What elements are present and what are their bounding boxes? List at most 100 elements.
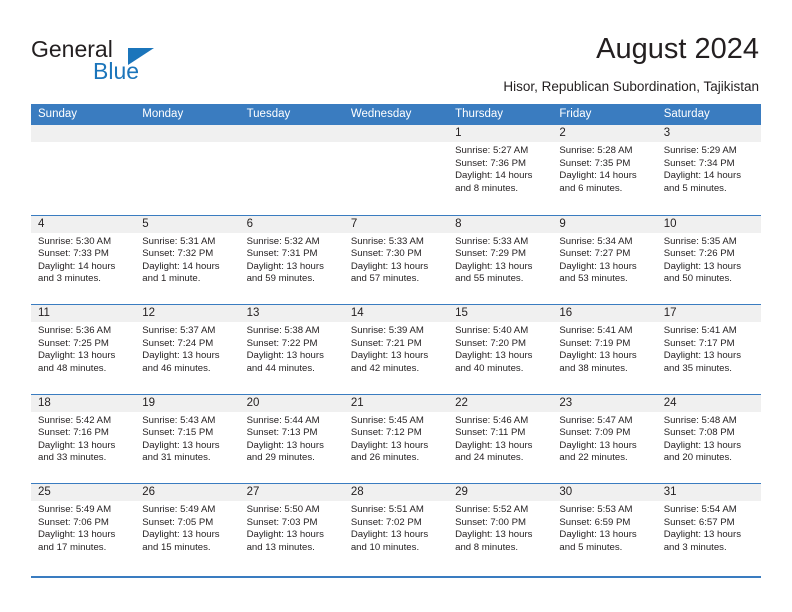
daylight-duration-line1: Daylight: 13 hours — [559, 529, 637, 541]
sunrise-time: Sunrise: 5:38 AM — [246, 325, 320, 336]
day-sun-info: Sunrise: 5:37 AM Sunset: 7:24 PM Daylight:… — [135, 322, 239, 375]
sunrise-time: Sunrise: 5:31 AM — [142, 235, 216, 247]
day-number: 2 — [552, 125, 657, 142]
day-sun-info: Sunrise: 5:36 AM Sunset: 7:25 PM Daylight:… — [31, 322, 135, 375]
daylight-duration-line1: Daylight: 13 hours — [38, 529, 116, 541]
calendar-day-cell[interactable]: 14 Sunrise: 5:39 AM Sunset: 7:21 PM Dayligh… — [343, 305, 449, 394]
daylight-duration-line2: and 42 minutes. — [350, 362, 420, 374]
day-number: 4 — [31, 215, 136, 233]
calendar-day-cell[interactable]: 26 Sunrise: 5:49 AM Sunset: 7:05 PM Dayligh… — [135, 484, 240, 573]
daylight-duration-line1: Daylight: 13 hours — [350, 439, 429, 451]
calendar-day-cell[interactable]: 6 Sunrise: 5:32 AM Sunset: 7:31 PM Daylight… — [239, 215, 344, 304]
sunrise-time: Sunrise: 5:40 AM — [455, 325, 529, 336]
calendar-day-cell[interactable]: 7 Sunrise: 5:33 AM Sunset: 7:30 PM Daylight… — [343, 215, 449, 304]
daylight-duration-line2: and 26 minutes. — [350, 452, 420, 464]
day-sun-info: Sunrise: 5:33 AM Sunset: 7:29 PM Daylight:… — [448, 233, 552, 286]
sunrise-time: Sunrise: 5:39 AM — [350, 325, 424, 336]
calendar-day-cell[interactable]: 23 Sunrise: 5:47 AM Sunset: 7:09 PM Dayligh… — [552, 394, 657, 483]
calendar-day-cell[interactable]: 2 Sunrise: 5:28 AM Sunset: 7:35 PM Daylight… — [552, 125, 657, 215]
sunrise-time: Sunrise: 5:33 AM — [455, 235, 529, 247]
daylight-duration-line2: and 50 minutes. — [663, 273, 732, 285]
day-sun-info: Sunrise: 5:33 AM Sunset: 7:30 PM Daylight:… — [344, 233, 448, 286]
day-number: 26 — [135, 484, 240, 501]
daylight-duration-line2: and 38 minutes. — [559, 362, 628, 374]
calendar-week-row: 18 Sunrise: 5:42 AM Sunset: 7:16 PM Dayligh… — [31, 393, 761, 483]
sunrise-time: Sunrise: 5:50 AM — [246, 504, 320, 515]
calendar-day-cell[interactable]: 8 Sunrise: 5:33 AM Sunset: 7:29 PM Daylight… — [448, 215, 553, 304]
daylight-duration-line2: and 10 minutes. — [350, 541, 420, 553]
sunrise-time: Sunrise: 5:42 AM — [38, 414, 112, 426]
calendar-day-cell[interactable]: 30 Sunrise: 5:53 AM Sunset: 6:59 PM Dayligh… — [552, 484, 657, 573]
calendar-day-cell[interactable]: 19 Sunrise: 5:43 AM Sunset: 7:15 PM Dayligh… — [135, 394, 240, 483]
daylight-duration-line1: Daylight: 14 hours — [142, 260, 220, 272]
sunset-time: Sunset: 7:05 PM — [142, 516, 214, 528]
daylight-duration-line1: Daylight: 14 hours — [38, 260, 116, 272]
calendar-day-cell[interactable]: 12 Sunrise: 5:37 AM Sunset: 7:24 PM Dayligh… — [135, 305, 240, 394]
calendar-day-cell[interactable]: 9 Sunrise: 5:34 AM Sunset: 7:27 PM Daylight… — [552, 215, 657, 304]
calendar-day-cell[interactable]: 11 Sunrise: 5:36 AM Sunset: 7:25 PM Dayligh… — [31, 305, 136, 394]
daylight-duration-line2: and 6 minutes. — [559, 182, 623, 194]
calendar-day-cell[interactable]: 28 Sunrise: 5:51 AM Sunset: 7:02 PM Dayligh… — [343, 484, 449, 573]
daylight-duration-line2: and 44 minutes. — [246, 362, 315, 374]
sunset-time: Sunset: 7:02 PM — [350, 516, 422, 528]
sunset-time: Sunset: 7:34 PM — [663, 157, 735, 169]
day-sun-info: Sunrise: 5:40 AM Sunset: 7:20 PM Daylight:… — [448, 322, 552, 375]
calendar-day-cell[interactable]: 15 Sunrise: 5:40 AM Sunset: 7:20 PM Dayligh… — [448, 305, 553, 394]
sunset-time: Sunset: 7:03 PM — [246, 516, 318, 528]
sunrise-time: Sunrise: 5:45 AM — [350, 414, 424, 426]
sunrise-time: Sunrise: 5:49 AM — [38, 504, 112, 515]
sunset-time: Sunset: 7:30 PM — [350, 248, 422, 260]
daylight-duration-line1: Daylight: 13 hours — [663, 529, 742, 541]
calendar-day-cell[interactable]: 27 Sunrise: 5:50 AM Sunset: 7:03 PM Dayligh… — [239, 484, 344, 573]
calendar-day-cell[interactable]: 1 Sunrise: 5:27 AM Sunset: 7:36 PM Daylight… — [448, 125, 553, 215]
sunrise-time: Sunrise: 5:51 AM — [350, 504, 424, 515]
calendar-day-cell[interactable]: 5 Sunrise: 5:31 AM Sunset: 7:32 PM Daylight… — [135, 215, 240, 304]
calendar-day-cell[interactable]: 21 Sunrise: 5:45 AM Sunset: 7:12 PM Dayligh… — [343, 394, 449, 483]
day-number: 7 — [343, 215, 449, 233]
calendar-day-cell[interactable]: 3 Sunrise: 5:29 AM Sunset: 7:34 PM Daylight… — [656, 125, 761, 215]
calendar-day-cell[interactable]: 31 Sunrise: 5:54 AM Sunset: 6:57 PM Dayligh… — [656, 484, 761, 573]
day-number: 10 — [656, 215, 761, 233]
daylight-duration-line1: Daylight: 13 hours — [246, 529, 324, 541]
general-blue-logo[interactable]: General Blue — [31, 36, 241, 86]
calendar-week-row: 11 Sunrise: 5:36 AM Sunset: 7:25 PM Dayligh… — [31, 304, 761, 394]
daylight-duration-line1: Daylight: 13 hours — [663, 260, 742, 272]
daylight-duration-line1: Daylight: 13 hours — [455, 529, 533, 541]
day-number: 15 — [448, 305, 553, 322]
daylight-duration-line1: Daylight: 13 hours — [142, 439, 220, 451]
calendar-day-cell[interactable]: 17 Sunrise: 5:41 AM Sunset: 7:17 PM Dayligh… — [656, 305, 761, 394]
day-sun-info: Sunrise: 5:32 AM Sunset: 7:31 PM Daylight:… — [240, 233, 344, 286]
daylight-duration-line2: and 33 minutes. — [38, 452, 107, 464]
calendar-day-cell[interactable]: 18 Sunrise: 5:42 AM Sunset: 7:16 PM Dayligh… — [31, 394, 136, 483]
calendar-day-cell[interactable]: 22 Sunrise: 5:46 AM Sunset: 7:11 PM Dayligh… — [448, 394, 553, 483]
day-sun-info: Sunrise: 5:28 AM Sunset: 7:35 PM Daylight:… — [552, 142, 656, 195]
calendar-day-cell[interactable]: 20 Sunrise: 5:44 AM Sunset: 7:13 PM Dayligh… — [239, 394, 344, 483]
daylight-duration-line1: Daylight: 13 hours — [38, 439, 116, 451]
sunset-time: Sunset: 7:12 PM — [350, 427, 422, 439]
sunrise-time: Sunrise: 5:34 AM — [559, 235, 633, 247]
daylight-duration-line1: Daylight: 13 hours — [559, 439, 637, 451]
day-sun-info: Sunrise: 5:34 AM Sunset: 7:27 PM Daylight:… — [552, 233, 656, 286]
sunrise-time: Sunrise: 5:41 AM — [559, 325, 633, 336]
weekday-header-thursday: Thursday — [455, 108, 504, 120]
sunrise-time: Sunrise: 5:32 AM — [246, 235, 320, 247]
sunrise-time: Sunrise: 5:41 AM — [663, 325, 737, 336]
calendar-day-cell[interactable]: 24 Sunrise: 5:48 AM Sunset: 7:08 PM Dayligh… — [656, 394, 761, 483]
calendar-day-cell[interactable]: 29 Sunrise: 5:52 AM Sunset: 7:00 PM Dayligh… — [448, 484, 553, 573]
calendar-day-cell[interactable]: 25 Sunrise: 5:49 AM Sunset: 7:06 PM Dayligh… — [31, 484, 136, 573]
calendar-day-cell[interactable]: 4 Sunrise: 5:30 AM Sunset: 7:33 PM Daylight… — [31, 215, 136, 304]
daylight-duration-line2: and 57 minutes. — [350, 273, 420, 285]
calendar-day-cell[interactable]: 10 Sunrise: 5:35 AM Sunset: 7:26 PM Dayligh… — [656, 215, 761, 304]
calendar-day-cell[interactable]: 16 Sunrise: 5:41 AM Sunset: 7:19 PM Dayligh… — [552, 305, 657, 394]
day-number: 27 — [239, 484, 344, 501]
daylight-duration-line2: and 53 minutes. — [559, 273, 628, 285]
calendar-day-cell[interactable]: 13 Sunrise: 5:38 AM Sunset: 7:22 PM Dayligh… — [239, 305, 344, 394]
day-number — [343, 125, 449, 142]
daylight-duration-line2: and 40 minutes. — [455, 362, 524, 374]
day-sun-info: Sunrise: 5:41 AM Sunset: 7:17 PM Daylight:… — [657, 322, 761, 375]
day-number: 28 — [343, 484, 449, 501]
day-sun-info: Sunrise: 5:35 AM Sunset: 7:26 PM Daylight:… — [657, 233, 761, 286]
sunrise-time: Sunrise: 5:28 AM — [559, 145, 633, 156]
sunset-time: Sunset: 7:13 PM — [246, 427, 318, 439]
daylight-duration-line2: and 46 minutes. — [142, 362, 211, 374]
